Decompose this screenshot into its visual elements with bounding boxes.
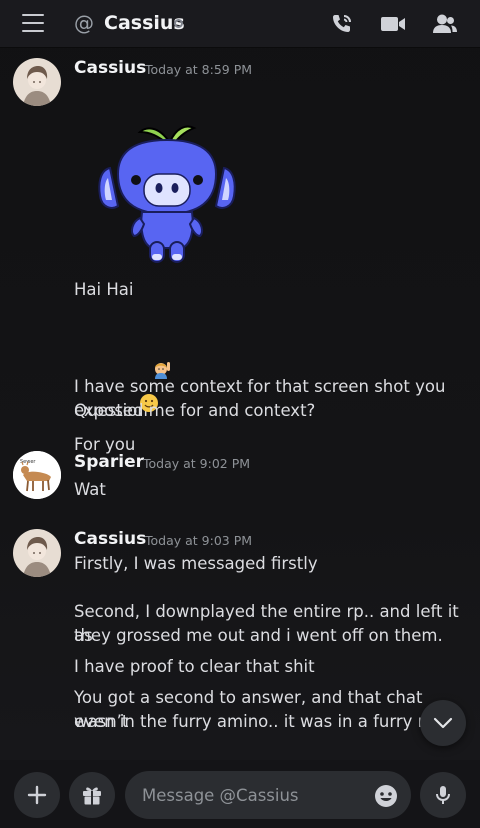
microphone-icon <box>436 786 450 804</box>
at-icon: @ <box>74 11 94 35</box>
avatar[interactable]: Sewer <box>13 451 61 499</box>
gift-icon <box>83 787 101 805</box>
message-text: even in the furry amino.. it was in a fu… <box>74 712 449 731</box>
channel-header: @ Cassius <box>0 0 480 48</box>
add-attachment-button[interactable] <box>14 772 60 818</box>
message-text: Hai Hai <box>74 280 134 299</box>
message-timestamp: Today at 8:59 PM <box>145 62 253 77</box>
voice-message-button[interactable] <box>420 772 466 818</box>
message-input[interactable] <box>125 771 411 819</box>
dm-screen: @ Cassius Cassius Today at 8:59 PM Hai H… <box>0 0 480 828</box>
avatar[interactable] <box>13 58 61 106</box>
person-raising-hand-emoji[interactable] <box>152 311 172 379</box>
plus-icon <box>27 785 47 805</box>
message-text: I have proof to clear that shit <box>74 657 315 676</box>
message-author[interactable]: Sparier <box>74 451 144 473</box>
unamused-face-emoji[interactable] <box>74 738 94 805</box>
message-composer <box>0 760 480 828</box>
gift-button[interactable] <box>69 772 115 818</box>
message-timestamp: Today at 9:02 PM <box>143 456 251 471</box>
message-author[interactable]: Cassius <box>74 57 146 79</box>
jump-to-bottom-button[interactable] <box>420 700 466 746</box>
message-text: exposed me for and context? <box>74 401 316 420</box>
offline-status-icon <box>174 19 183 28</box>
message-author[interactable]: Cassius <box>74 528 146 550</box>
video-call-icon[interactable] <box>380 12 406 36</box>
message-text: they grossed me out and i went off on th… <box>74 626 443 645</box>
emoji-icon[interactable] <box>373 783 399 809</box>
phone-call-icon[interactable] <box>329 12 355 36</box>
avatar[interactable] <box>13 529 61 577</box>
wumpus-sticker[interactable] <box>96 118 238 270</box>
members-icon[interactable] <box>432 12 458 36</box>
message-text: I have some context for that screen shot… <box>74 377 446 396</box>
message-text: Wat <box>74 480 106 499</box>
channel-title[interactable]: Cassius <box>104 11 185 35</box>
smiling-face-emoji[interactable] <box>139 345 159 412</box>
message-timestamp: Today at 9:03 PM <box>145 533 253 548</box>
chevron-down-icon <box>433 717 453 729</box>
menu-icon[interactable] <box>22 14 44 32</box>
message-text: Firstly, I was messaged firstly <box>74 554 318 573</box>
